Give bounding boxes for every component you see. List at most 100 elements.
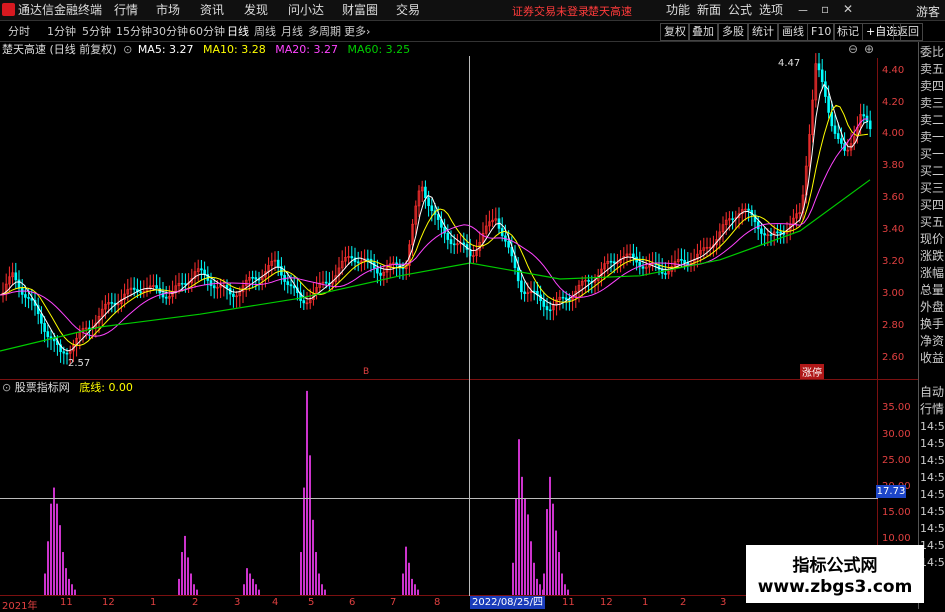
- quote-field-label: 买四: [920, 198, 945, 212]
- histogram-bar: [408, 562, 410, 595]
- candle-body: [452, 243, 456, 246]
- price-axis-label: 2.60: [882, 352, 905, 363]
- tick-time-label: 14:50: [920, 522, 945, 535]
- candle-body: [424, 186, 427, 199]
- histogram-bar: [68, 578, 70, 595]
- crosshair-date-tag: 2022/08/25/四: [470, 596, 546, 609]
- histogram-bar: [62, 552, 64, 595]
- histogram-bar: [405, 546, 407, 595]
- quote-field-label: 买五: [920, 215, 945, 229]
- candle-body: [286, 281, 290, 285]
- date-axis-label: 6: [349, 597, 356, 608]
- date-axis-label: 12: [600, 597, 613, 608]
- price-axis-label: 3.20: [882, 256, 905, 267]
- indicator-title: ⊙ 股票指标网 底线: 0.00: [0, 380, 133, 396]
- histogram-bar: [65, 568, 67, 595]
- tick-time-label: 14:50: [920, 488, 945, 501]
- candle-body: [27, 297, 30, 299]
- date-axis-label: 1: [642, 597, 649, 608]
- histogram-bar: [561, 573, 563, 595]
- candle-body: [132, 287, 136, 290]
- candle-body: [446, 232, 450, 240]
- auto-quote-label[interactable]: 行情: [920, 401, 945, 418]
- histogram-bar: [558, 552, 560, 595]
- indicator-line-value: 0.00: [108, 381, 133, 394]
- histogram-bar: [300, 552, 302, 595]
- watermark-title: 指标公式网: [792, 556, 878, 576]
- quote-field-label: 买一: [920, 147, 945, 161]
- candle-body: [683, 259, 686, 264]
- tick-time-label: 14:50: [920, 505, 945, 518]
- histogram-bar: [402, 573, 404, 595]
- histogram-bar: [521, 476, 523, 595]
- indicator-name: 股票指标网: [14, 381, 70, 394]
- date-axis-label: 8: [434, 597, 441, 608]
- candle-body: [548, 309, 552, 312]
- histogram-bar: [243, 584, 245, 595]
- histogram-bar: [318, 573, 320, 595]
- quote-field-label: 总量: [920, 283, 945, 297]
- candle-body: [587, 279, 590, 282]
- price-axis-label: 4.40: [882, 65, 905, 76]
- tick-time-label: 14:50: [920, 420, 945, 433]
- quote-field-label: 卖五: [920, 62, 945, 76]
- histogram-bar: [255, 584, 257, 595]
- candle-body: [564, 297, 568, 300]
- date-axis-label: 11: [562, 597, 575, 608]
- candle-body: [180, 282, 184, 285]
- crosshair-value-tag: 17.73: [876, 485, 906, 498]
- candle-body: [763, 233, 766, 236]
- candle-body: [366, 258, 370, 261]
- candle-body: [212, 285, 216, 289]
- candle-body: [139, 291, 142, 293]
- candle-body: [516, 267, 520, 282]
- date-axis-label: 3: [720, 597, 727, 608]
- candle-body: [65, 352, 69, 355]
- histogram-bar: [184, 535, 186, 595]
- histogram-bar: [555, 530, 557, 595]
- price-axis-label: 3.60: [882, 192, 905, 203]
- ma10-line: [0, 104, 869, 346]
- candle-body: [827, 96, 830, 113]
- candle-body: [46, 331, 50, 337]
- candle-body: [200, 268, 203, 271]
- indicator-axis-label: 30.00: [882, 429, 911, 440]
- candle-body: [820, 69, 824, 83]
- candle-body: [254, 277, 258, 280]
- histogram-bar: [543, 573, 545, 595]
- candle-body: [43, 323, 46, 332]
- candle-body: [840, 138, 843, 144]
- date-axis-label: 4: [272, 597, 279, 608]
- histogram-bar: [549, 476, 551, 595]
- indicator-settings-icon[interactable]: ⊙: [2, 381, 11, 394]
- candle-body: [356, 261, 360, 264]
- candle-body: [747, 208, 750, 211]
- histogram-bar: [414, 584, 416, 595]
- candle-body: [302, 300, 306, 304]
- candle-body: [680, 259, 683, 261]
- histogram-bar: [524, 498, 526, 595]
- candle-body: [376, 267, 379, 274]
- candle-body: [155, 285, 158, 289]
- quote-field-label: 买三: [920, 181, 945, 195]
- histogram-bar: [321, 584, 323, 595]
- histogram-bar: [193, 584, 195, 595]
- low-price-label: 2.57: [68, 358, 91, 369]
- candle-body: [350, 256, 354, 259]
- candle-body: [507, 240, 510, 248]
- candle-body: [760, 228, 763, 234]
- quote-field-label: 净资: [920, 334, 945, 348]
- histogram-bar: [258, 589, 260, 595]
- price-axis-label: 4.00: [882, 128, 905, 139]
- kline-chart[interactable]: [0, 0, 945, 609]
- histogram-bar: [518, 439, 520, 595]
- candle-body: [756, 221, 760, 230]
- auto-quote-label[interactable]: 自动: [920, 384, 945, 401]
- histogram-bar: [512, 562, 514, 595]
- quote-field-label: 买二: [920, 164, 945, 178]
- indicator-axis-label: 15.00: [882, 507, 911, 518]
- indicator-line-name: 底线:: [79, 381, 105, 394]
- candle-body: [542, 300, 546, 307]
- candle-body: [664, 273, 667, 275]
- date-axis-label: 2: [680, 597, 687, 608]
